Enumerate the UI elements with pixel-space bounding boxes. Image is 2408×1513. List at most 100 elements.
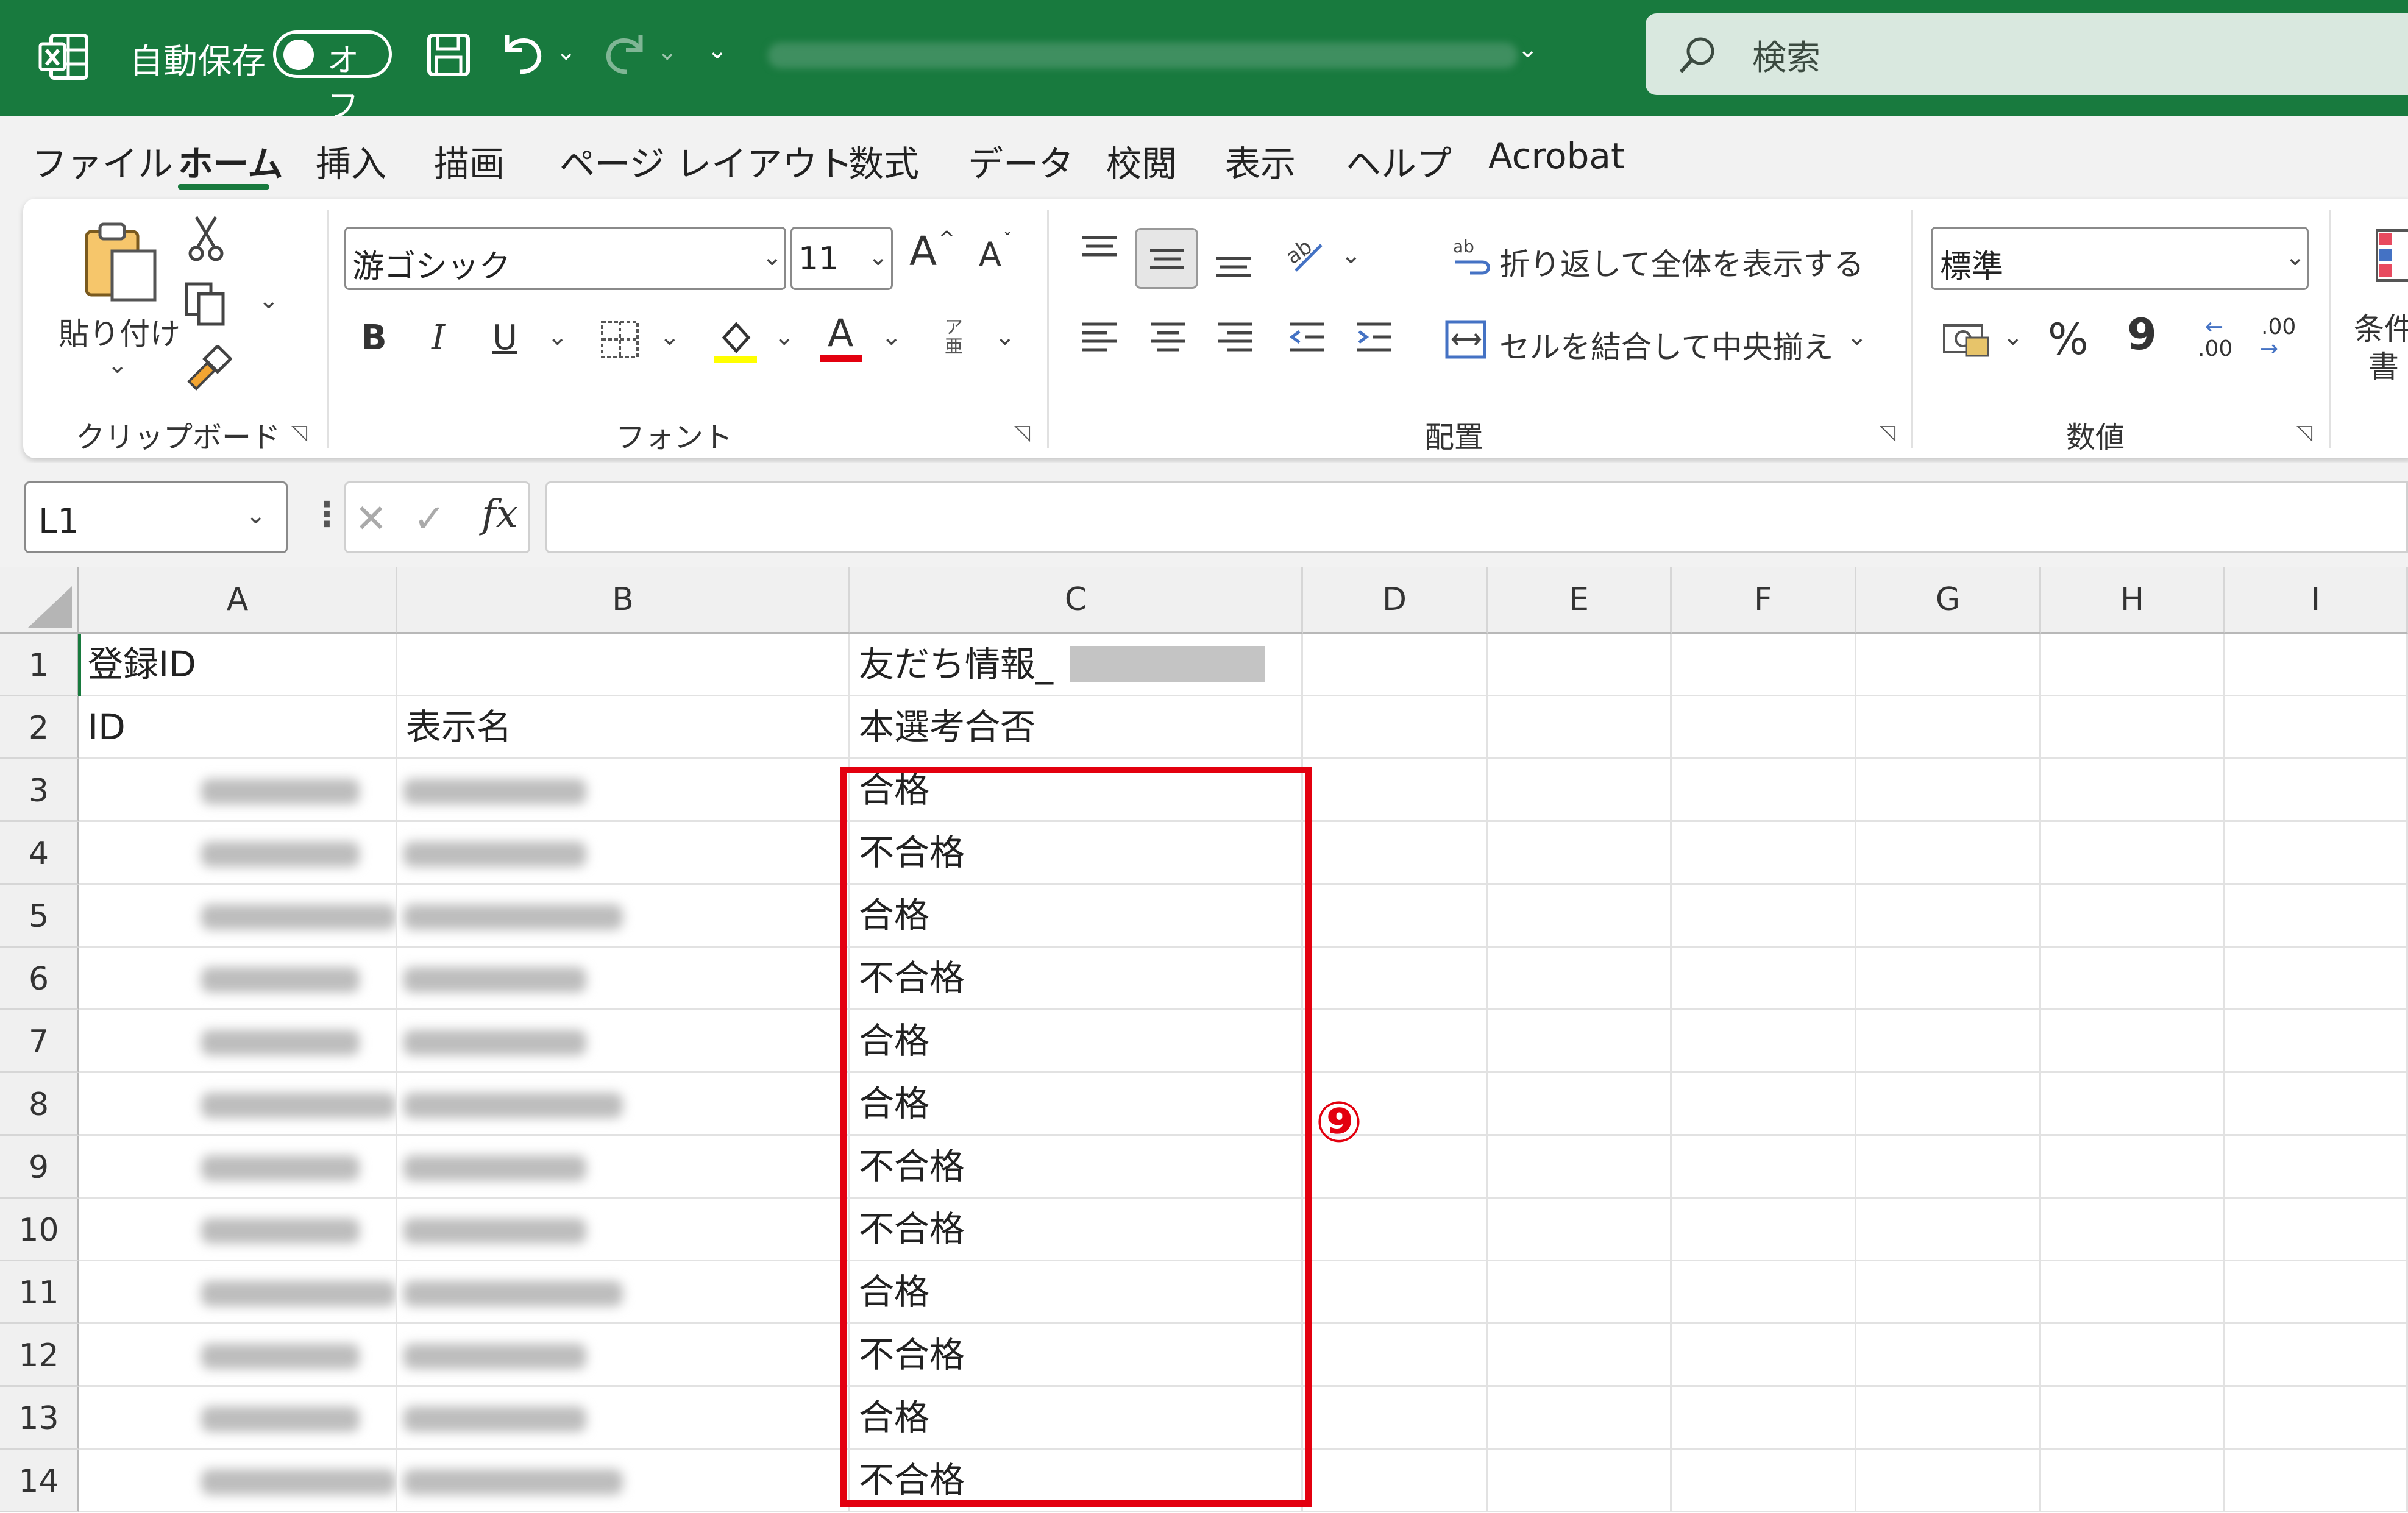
font-family-select[interactable]: 游ゴシック ⌄: [344, 227, 786, 290]
merge-center-button[interactable]: セルを結合して中央揃え: [1499, 323, 1834, 367]
cell-a12[interactable]: [79, 1324, 397, 1387]
align-right-icon[interactable]: [1215, 319, 1254, 356]
customize-qat-icon[interactable]: ⌄: [707, 37, 728, 65]
column-header-b[interactable]: B: [397, 567, 850, 634]
cell-e6[interactable]: [1488, 948, 1672, 1010]
cell-d10[interactable]: [1303, 1199, 1488, 1261]
cell-h11[interactable]: [2041, 1261, 2225, 1324]
cell-a4[interactable]: [79, 822, 397, 885]
cell-g4[interactable]: [1856, 822, 2041, 885]
cell-g2[interactable]: [1856, 696, 2041, 759]
cell-h8[interactable]: [2041, 1073, 2225, 1136]
number-launcher-icon[interactable]: ◹: [2296, 420, 2312, 445]
row-header[interactable]: 5: [0, 885, 79, 948]
cell-b14[interactable]: [397, 1450, 850, 1512]
merge-center-icon[interactable]: [1444, 318, 1488, 361]
row-header[interactable]: 4: [0, 822, 79, 885]
wrap-text-button[interactable]: 折り返して全体を表示する: [1499, 240, 1864, 284]
orientation-dropdown-icon[interactable]: ⌄: [1341, 241, 1362, 269]
cell-f14[interactable]: [1672, 1450, 1856, 1512]
cell-h4[interactable]: [2041, 822, 2225, 885]
cell-e1[interactable]: [1488, 634, 1672, 696]
column-header-h[interactable]: H: [2041, 567, 2225, 634]
cell-h13[interactable]: [2041, 1387, 2225, 1450]
merge-dropdown-icon[interactable]: ⌄: [1847, 323, 1867, 351]
cell-a6[interactable]: [79, 948, 397, 1010]
cell-e3[interactable]: [1488, 759, 1672, 822]
shrink-font-button[interactable]: A: [979, 235, 1001, 274]
column-header-g[interactable]: G: [1856, 567, 2041, 634]
font-color-dropdown-icon[interactable]: ⌄: [881, 323, 902, 351]
cell-e14[interactable]: [1488, 1450, 1672, 1512]
cell-f12[interactable]: [1672, 1324, 1856, 1387]
excel-logo-icon[interactable]: [38, 30, 90, 83]
cell-b9[interactable]: [397, 1136, 850, 1199]
font-launcher-icon[interactable]: ◹: [1014, 420, 1030, 445]
cell-f9[interactable]: [1672, 1136, 1856, 1199]
column-header-f[interactable]: F: [1672, 567, 1856, 634]
cell-d3[interactable]: [1303, 759, 1488, 822]
redo-dropdown-icon[interactable]: ⌄: [657, 38, 678, 66]
cell-a3[interactable]: [79, 759, 397, 822]
fill-color-dropdown-icon[interactable]: ⌄: [774, 323, 795, 351]
cell-e12[interactable]: [1488, 1324, 1672, 1387]
cell-h6[interactable]: [2041, 948, 2225, 1010]
cell-i13[interactable]: [2225, 1387, 2408, 1450]
cell-b3[interactable]: [397, 759, 850, 822]
cell-a8[interactable]: [79, 1073, 397, 1136]
enter-icon[interactable]: ✓: [413, 497, 446, 542]
cell-i8[interactable]: [2225, 1073, 2408, 1136]
grow-font-button[interactable]: A: [909, 228, 937, 275]
cell-f8[interactable]: [1672, 1073, 1856, 1136]
cell-h10[interactable]: [2041, 1199, 2225, 1261]
percent-style-button[interactable]: %: [2048, 314, 2089, 364]
row-header[interactable]: 12: [0, 1324, 79, 1387]
cell-i9[interactable]: [2225, 1136, 2408, 1199]
tab-insert[interactable]: 挿入: [316, 135, 386, 186]
cell-b5[interactable]: [397, 885, 850, 948]
cell-f5[interactable]: [1672, 885, 1856, 948]
cell-c1[interactable]: 友だち情報_: [850, 634, 1303, 696]
cell-h14[interactable]: [2041, 1450, 2225, 1512]
cell-i5[interactable]: [2225, 885, 2408, 948]
paste-icon[interactable]: [78, 218, 163, 303]
accounting-format-icon[interactable]: [1942, 321, 1991, 360]
cell-h3[interactable]: [2041, 759, 2225, 822]
cell-i6[interactable]: [2225, 948, 2408, 1010]
cell-i14[interactable]: [2225, 1450, 2408, 1512]
fill-color-icon[interactable]: [712, 313, 761, 364]
cell-g6[interactable]: [1856, 948, 2041, 1010]
cell-g12[interactable]: [1856, 1324, 2041, 1387]
cell-g1[interactable]: [1856, 634, 2041, 696]
cell-d4[interactable]: [1303, 822, 1488, 885]
cell-i12[interactable]: [2225, 1324, 2408, 1387]
cell-f2[interactable]: [1672, 696, 1856, 759]
column-header-d[interactable]: D: [1303, 567, 1488, 634]
formula-input[interactable]: [545, 481, 2408, 553]
tab-data[interactable]: データ: [968, 135, 1074, 186]
cell-i4[interactable]: [2225, 822, 2408, 885]
cell-d12[interactable]: [1303, 1324, 1488, 1387]
cell-i11[interactable]: [2225, 1261, 2408, 1324]
cell-h7[interactable]: [2041, 1010, 2225, 1073]
cell-a9[interactable]: [79, 1136, 397, 1199]
cell-b10[interactable]: [397, 1199, 850, 1261]
redo-icon[interactable]: [600, 29, 649, 78]
cell-h1[interactable]: [2041, 634, 2225, 696]
cell-d1[interactable]: [1303, 634, 1488, 696]
cell-f11[interactable]: [1672, 1261, 1856, 1324]
underline-dropdown-icon[interactable]: ⌄: [547, 323, 568, 351]
cell-e4[interactable]: [1488, 822, 1672, 885]
row-header[interactable]: 3: [0, 759, 79, 822]
column-header-a[interactable]: A: [79, 567, 397, 634]
column-header-c[interactable]: C: [850, 567, 1303, 634]
cell-b13[interactable]: [397, 1387, 850, 1450]
cell-a14[interactable]: [79, 1450, 397, 1512]
cell-g5[interactable]: [1856, 885, 2041, 948]
clipboard-launcher-icon[interactable]: ◹: [291, 420, 307, 445]
decrease-decimal-button[interactable]: .00: [2261, 314, 2296, 339]
cell-f7[interactable]: [1672, 1010, 1856, 1073]
cell-e9[interactable]: [1488, 1136, 1672, 1199]
font-color-button[interactable]: A: [828, 311, 853, 355]
cell-g11[interactable]: [1856, 1261, 2041, 1324]
